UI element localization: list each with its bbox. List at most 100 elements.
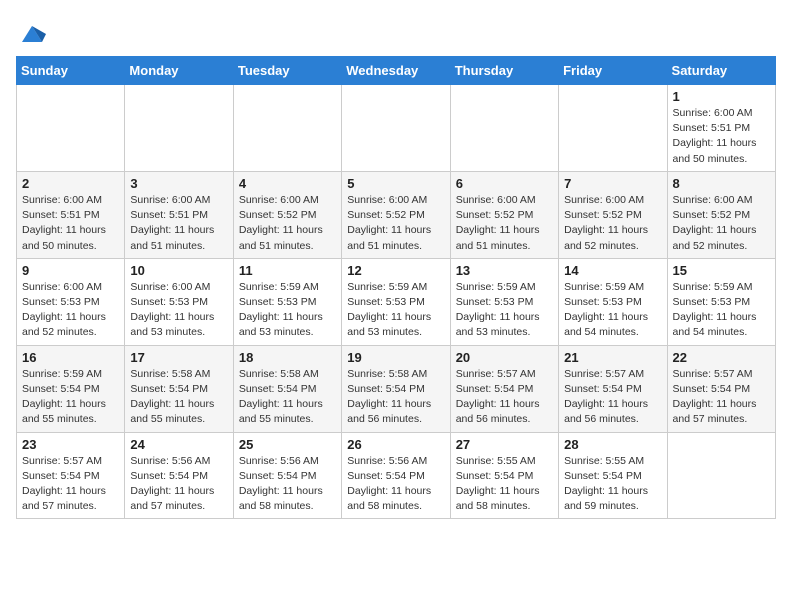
day-number: 13	[456, 263, 553, 278]
calendar-cell: 23 Sunrise: 5:57 AM Sunset: 5:54 PM Dayli…	[17, 432, 125, 519]
calendar-cell: 3 Sunrise: 6:00 AM Sunset: 5:51 PM Daylig…	[125, 171, 233, 258]
calendar-week-row: 16 Sunrise: 5:59 AM Sunset: 5:54 PM Dayli…	[17, 345, 776, 432]
day-info: Sunrise: 5:58 AM Sunset: 5:54 PM Dayligh…	[347, 367, 444, 428]
calendar-table: SundayMondayTuesdayWednesdayThursdayFrid…	[16, 56, 776, 519]
day-number: 9	[22, 263, 119, 278]
day-info: Sunrise: 6:00 AM Sunset: 5:51 PM Dayligh…	[130, 193, 227, 254]
calendar-cell: 9Sunrise: 6:00 AM Sunset: 5:53 PM Daylig…	[17, 258, 125, 345]
calendar-cell	[450, 85, 558, 172]
day-number: 12	[347, 263, 444, 278]
day-number: 15	[673, 263, 770, 278]
calendar-cell: 5Sunrise: 6:00 AM Sunset: 5:52 PM Daylig…	[342, 171, 450, 258]
day-number: 2	[22, 176, 119, 191]
day-number: 3	[130, 176, 227, 191]
day-info: Sunrise: 6:00 AM Sunset: 5:52 PM Dayligh…	[239, 193, 336, 254]
day-info: Sunrise: 6:00 AM Sunset: 5:51 PM Dayligh…	[22, 193, 119, 254]
day-number: 1	[673, 89, 770, 104]
day-number: 28	[564, 437, 661, 452]
day-info: Sunrise: 5:59 AM Sunset: 5:54 PM Dayligh…	[22, 367, 119, 428]
calendar-cell: 11 Sunrise: 5:59 AM Sunset: 5:53 PM Dayli…	[233, 258, 341, 345]
calendar-cell: 2 Sunrise: 6:00 AM Sunset: 5:51 PM Daylig…	[17, 171, 125, 258]
day-number: 5	[347, 176, 444, 191]
day-number: 26	[347, 437, 444, 452]
calendar-cell: 13 Sunrise: 5:59 AM Sunset: 5:53 PM Dayli…	[450, 258, 558, 345]
calendar-cell: 19 Sunrise: 5:58 AM Sunset: 5:54 PM Dayli…	[342, 345, 450, 432]
day-number: 10	[130, 263, 227, 278]
calendar-cell: 20 Sunrise: 5:57 AM Sunset: 5:54 PM Dayli…	[450, 345, 558, 432]
day-number: 19	[347, 350, 444, 365]
page-header	[16, 16, 776, 48]
calendar-cell: 10 Sunrise: 6:00 AM Sunset: 5:53 PM Dayli…	[125, 258, 233, 345]
calendar-week-row: 1 Sunrise: 6:00 AM Sunset: 5:51 PM Daylig…	[17, 85, 776, 172]
day-info: Sunrise: 5:56 AM Sunset: 5:54 PM Dayligh…	[239, 454, 336, 515]
day-number: 7	[564, 176, 661, 191]
calendar-cell	[125, 85, 233, 172]
day-of-week-header: Tuesday	[233, 57, 341, 85]
day-info: Sunrise: 5:57 AM Sunset: 5:54 PM Dayligh…	[564, 367, 661, 428]
day-info: Sunrise: 5:57 AM Sunset: 5:54 PM Dayligh…	[22, 454, 119, 515]
day-info: Sunrise: 5:59 AM Sunset: 5:53 PM Dayligh…	[347, 280, 444, 341]
day-number: 6	[456, 176, 553, 191]
calendar-cell: 8 Sunrise: 6:00 AM Sunset: 5:52 PM Daylig…	[667, 171, 775, 258]
calendar-cell: 27Sunrise: 5:55 AM Sunset: 5:54 PM Dayli…	[450, 432, 558, 519]
calendar-cell	[559, 85, 667, 172]
day-info: Sunrise: 5:57 AM Sunset: 5:54 PM Dayligh…	[456, 367, 553, 428]
day-of-week-header: Monday	[125, 57, 233, 85]
day-info: Sunrise: 5:59 AM Sunset: 5:53 PM Dayligh…	[239, 280, 336, 341]
calendar-cell: 6 Sunrise: 6:00 AM Sunset: 5:52 PM Daylig…	[450, 171, 558, 258]
calendar-header-row: SundayMondayTuesdayWednesdayThursdayFrid…	[17, 57, 776, 85]
day-number: 27	[456, 437, 553, 452]
day-info: Sunrise: 6:00 AM Sunset: 5:52 PM Dayligh…	[456, 193, 553, 254]
day-number: 22	[673, 350, 770, 365]
day-info: Sunrise: 5:59 AM Sunset: 5:53 PM Dayligh…	[673, 280, 770, 341]
calendar-cell: 25 Sunrise: 5:56 AM Sunset: 5:54 PM Dayli…	[233, 432, 341, 519]
day-number: 16	[22, 350, 119, 365]
day-info: Sunrise: 5:59 AM Sunset: 5:53 PM Dayligh…	[564, 280, 661, 341]
day-number: 21	[564, 350, 661, 365]
day-of-week-header: Sunday	[17, 57, 125, 85]
calendar-cell	[667, 432, 775, 519]
calendar-cell: 22 Sunrise: 5:57 AM Sunset: 5:54 PM Dayli…	[667, 345, 775, 432]
day-number: 18	[239, 350, 336, 365]
calendar-cell: 4 Sunrise: 6:00 AM Sunset: 5:52 PM Daylig…	[233, 171, 341, 258]
day-of-week-header: Wednesday	[342, 57, 450, 85]
day-number: 8	[673, 176, 770, 191]
calendar-cell: 26 Sunrise: 5:56 AM Sunset: 5:54 PM Dayli…	[342, 432, 450, 519]
day-number: 17	[130, 350, 227, 365]
day-number: 11	[239, 263, 336, 278]
day-of-week-header: Saturday	[667, 57, 775, 85]
calendar-cell: 28 Sunrise: 5:55 AM Sunset: 5:54 PM Dayli…	[559, 432, 667, 519]
calendar-cell: 17 Sunrise: 5:58 AM Sunset: 5:54 PM Dayli…	[125, 345, 233, 432]
day-info: Sunrise: 6:00 AM Sunset: 5:51 PM Dayligh…	[673, 106, 770, 167]
day-number: 14	[564, 263, 661, 278]
calendar-week-row: 2 Sunrise: 6:00 AM Sunset: 5:51 PM Daylig…	[17, 171, 776, 258]
calendar-cell: 15 Sunrise: 5:59 AM Sunset: 5:53 PM Dayli…	[667, 258, 775, 345]
day-info: Sunrise: 5:57 AM Sunset: 5:54 PM Dayligh…	[673, 367, 770, 428]
calendar-cell	[17, 85, 125, 172]
day-number: 25	[239, 437, 336, 452]
calendar-cell: 7 Sunrise: 6:00 AM Sunset: 5:52 PM Daylig…	[559, 171, 667, 258]
day-number: 4	[239, 176, 336, 191]
day-info: Sunrise: 5:55 AM Sunset: 5:54 PM Dayligh…	[564, 454, 661, 515]
day-info: Sunrise: 5:58 AM Sunset: 5:54 PM Dayligh…	[130, 367, 227, 428]
day-number: 23	[22, 437, 119, 452]
day-info: Sunrise: 5:59 AM Sunset: 5:53 PM Dayligh…	[456, 280, 553, 341]
calendar-week-row: 23 Sunrise: 5:57 AM Sunset: 5:54 PM Dayli…	[17, 432, 776, 519]
day-info: Sunrise: 5:56 AM Sunset: 5:54 PM Dayligh…	[347, 454, 444, 515]
day-number: 20	[456, 350, 553, 365]
calendar-cell: 21 Sunrise: 5:57 AM Sunset: 5:54 PM Dayli…	[559, 345, 667, 432]
calendar-cell: 1 Sunrise: 6:00 AM Sunset: 5:51 PM Daylig…	[667, 85, 775, 172]
day-info: Sunrise: 6:00 AM Sunset: 5:52 PM Dayligh…	[673, 193, 770, 254]
day-number: 24	[130, 437, 227, 452]
calendar-cell: 12 Sunrise: 5:59 AM Sunset: 5:53 PM Dayli…	[342, 258, 450, 345]
calendar-cell: 24 Sunrise: 5:56 AM Sunset: 5:54 PM Dayli…	[125, 432, 233, 519]
day-info: Sunrise: 6:00 AM Sunset: 5:53 PM Dayligh…	[130, 280, 227, 341]
calendar-cell	[233, 85, 341, 172]
calendar-week-row: 9 Sunrise: 6:00 AM Sunset: 5:53 PM Daylig…	[17, 258, 776, 345]
calendar-cell	[342, 85, 450, 172]
calendar-cell: 16 Sunrise: 5:59 AM Sunset: 5:54 PM Dayli…	[17, 345, 125, 432]
day-info: Sunrise: 6:00 AM Sunset: 5:52 PM Dayligh…	[564, 193, 661, 254]
day-of-week-header: Friday	[559, 57, 667, 85]
day-info: Sunrise: 5:58 AM Sunset: 5:54 PM Dayligh…	[239, 367, 336, 428]
day-info: Sunrise: 5:56 AM Sunset: 5:54 PM Dayligh…	[130, 454, 227, 515]
